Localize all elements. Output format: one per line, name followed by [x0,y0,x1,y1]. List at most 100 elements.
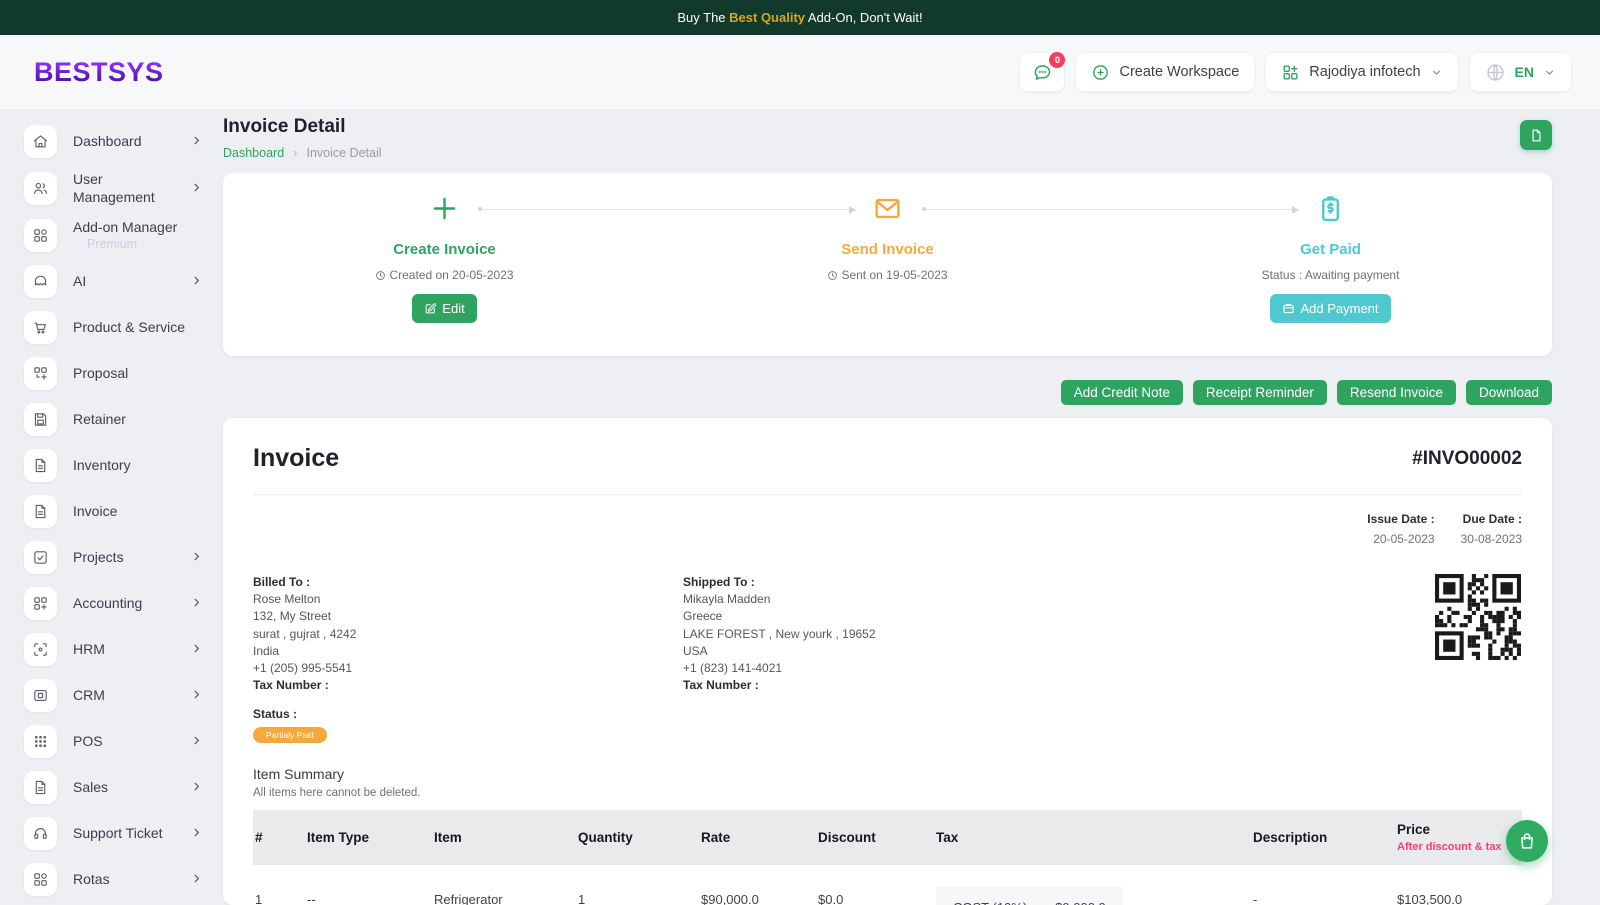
sidebar-item-support-ticket[interactable]: Support Ticket [24,817,202,851]
plus-circle-icon [1091,63,1110,82]
price-note: After discount & tax [1397,841,1502,854]
sidebar-item-label: HRM [73,640,105,657]
sidebar-item-label: Product & Service [73,318,186,335]
dots-icon [24,725,57,759]
grid-icon [24,863,57,897]
wallet-icon [1282,302,1295,315]
language-select[interactable]: EN [1468,52,1572,92]
cart-icon [24,311,57,345]
invoice-dates: Issue Date : 20-05-2023 Due Date : 30-08… [253,512,1522,546]
save-icon [24,403,57,437]
sidebar-item-label: Rotas [73,870,110,887]
sidebar-item-sales[interactable]: Sales [24,771,202,805]
step-name: Create Invoice [393,241,496,258]
tax-cell: CGST (10%)$9,000.0 [936,887,1123,905]
shopping-bag-icon [1521,833,1533,849]
invoice-progress-card: Create Invoice Created on 20-05-2023 Edit S… [223,173,1552,356]
chevron-right-icon [191,549,202,567]
col-tax: Tax [936,810,1253,866]
sidebar-item-inventory[interactable]: Inventory [24,449,202,483]
chevron-right-icon [191,871,202,889]
chevron-right-icon [191,825,202,843]
sidebar-item-crm[interactable]: CRM [24,679,202,713]
create-workspace-button[interactable]: Create Workspace [1075,52,1256,92]
chevron-right-icon [191,641,202,659]
items-table: # Item Type Item Quantity Rate Discount Tax Des… [253,810,1522,905]
add-payment-button[interactable]: Add Payment [1270,294,1391,323]
app-logo: BESTSYS [34,56,164,87]
steps-row: Create Invoice Created on 20-05-2023 Edit S… [223,173,1552,356]
sidebar-item-proposal[interactable]: Proposal [24,357,202,391]
mail-icon [873,194,902,228]
workspace-grid-icon [1281,63,1300,82]
address-line: LAKE FOREST , New yourk , 19652 [683,626,876,641]
edit-icon [424,302,437,315]
invoice-card: Invoice #INVO00002 Issue Date : 20-05-20… [223,418,1552,905]
edit-button[interactable]: Edit [412,294,477,323]
address-line: Greece [683,609,723,624]
promo-text-suffix: Add-On, Don't Wait! [805,10,923,25]
receipt-icon [1316,194,1345,228]
step-info: Status : Awaiting payment [1261,268,1400,282]
add-credit-note-button[interactable]: Add Credit Note [1060,380,1183,405]
shop-fab-button[interactable] [1506,820,1548,862]
app-header: BESTSYS 0 Create Workspace Rajodiya info… [0,35,1600,109]
sidebar-item-label: Accounting [73,594,143,611]
users-icon [24,172,57,205]
main-content: Invoice Detail Dashboard › Invoice Detai… [212,109,1600,905]
chevron-right-icon [191,595,202,613]
sidebar-item-product-service[interactable]: Product & Service [24,311,202,345]
address-line: 132, My Street [253,609,332,624]
step-info: Sent on 19-05-2023 [827,268,948,282]
sidebar-item-dashboard[interactable]: Dashboard [24,125,202,158]
step-get-paid: Get Paid Status : Awaiting payment Add Pay… [1109,173,1552,356]
invoice-actions: Add Credit Note Receipt Reminder Resend In… [223,380,1552,405]
step-create-invoice: Create Invoice Created on 20-05-2023 Edit [223,173,666,356]
chat-button[interactable]: 0 [1019,52,1066,92]
shipped-to-block: Shipped To : Mikayla Madden Greece LAKE FO… [683,574,1113,694]
sidebar-item-label: Inventory [73,456,131,473]
ai-icon [24,265,57,299]
chevron-right-icon [191,733,202,751]
globe-icon [1485,62,1506,83]
sidebar-item-accounting[interactable]: Accounting [24,587,202,621]
resend-invoice-button[interactable]: Resend Invoice [1336,380,1456,405]
invoice-title: Invoice [253,444,340,472]
address-line: +1 (823) 141-4021 [683,661,783,676]
address-line: Mikayla Madden [683,592,771,607]
col-quantity: Quantity [578,810,701,866]
status-block: Status : Partialy Paid [253,707,1522,744]
grid-icon [24,219,57,253]
sidebar-item-projects[interactable]: Projects [24,541,202,575]
receipt-reminder-button[interactable]: Receipt Reminder [1192,380,1327,405]
shipped-to-lines: Mikayla Madden Greece LAKE FOREST , New yo… [683,591,1113,677]
sidebar-item-label: CRM [73,686,105,703]
file-icon [24,495,57,529]
chevron-down-icon [1543,66,1556,79]
sidebar-item-pos[interactable]: POS [24,725,202,759]
breadcrumb-current: Invoice Detail [306,145,382,160]
sidebar-item-add-on-manager[interactable]: Add-on Manager Premium [24,219,202,253]
step-info: Created on 20-05-2023 [375,268,514,282]
sidebar-item-ai[interactable]: AI [24,265,202,299]
chevron-right-icon [191,133,202,151]
breadcrumb-dashboard[interactable]: Dashboard [223,146,284,160]
sidebar-item-hrm[interactable]: HRM [24,633,202,667]
sidebar-item-invoice[interactable]: Invoice [24,495,202,529]
grid-plus-icon [24,587,57,621]
invoice-preview-button[interactable] [1520,120,1552,150]
address-line: Rose Melton [253,592,321,607]
workspace-select[interactable]: Rajodiya infotech [1265,52,1459,92]
card-icon [24,679,57,713]
download-button[interactable]: Download [1465,380,1552,405]
sidebar-item-user-management[interactable]: User Management [24,171,202,206]
sidebar-item-rotas[interactable]: Rotas [24,863,202,897]
qr-code [1434,574,1522,660]
sidebar-item-retainer[interactable]: Retainer [24,403,202,437]
chevron-right-icon [191,273,202,291]
col-discount: Discount [818,810,936,866]
page-title: Invoice Detail [223,116,346,137]
sidebar-item-label: Add-on Manager Premium [73,219,178,251]
address-line: +1 (205) 995-5541 [253,661,353,676]
col-price: Price After discount & tax [1397,810,1522,866]
